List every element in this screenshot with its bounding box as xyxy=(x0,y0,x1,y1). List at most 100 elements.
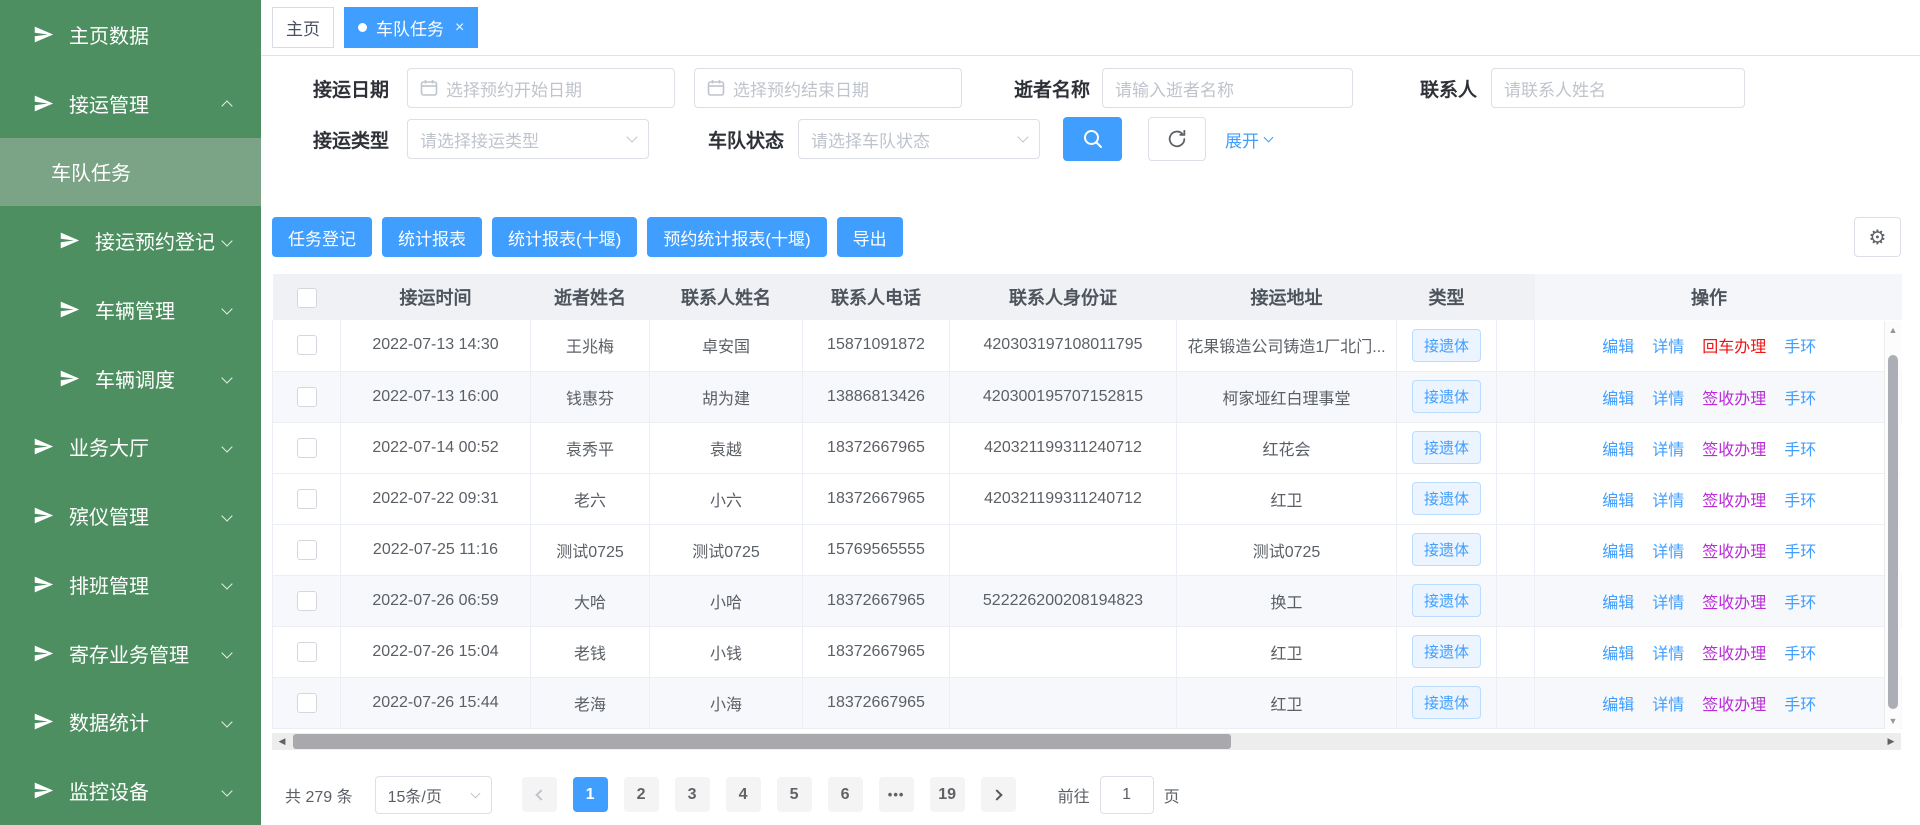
action-link-详情[interactable]: 详情 xyxy=(1652,595,1684,612)
sidebar-item-label: 数据统计 xyxy=(69,707,149,736)
close-icon[interactable]: × xyxy=(455,19,464,37)
prev-page-button[interactable] xyxy=(522,777,557,812)
sidebar-item-监控设备[interactable]: 监控设备 xyxy=(0,756,261,825)
action-link-签收办理[interactable]: 签收办理 xyxy=(1702,646,1766,663)
table-row[interactable]: 2022-07-14 00:52 袁秀平 袁越 18372667965 4203… xyxy=(273,422,1902,473)
toolbar-button-预约统计报表(十堰)[interactable]: 预约统计报表(十堰) xyxy=(647,217,826,257)
page-button-2[interactable]: 2 xyxy=(624,777,659,812)
table-row[interactable]: 2022-07-13 16:00 钱惠芬 胡为建 13886813426 420… xyxy=(273,371,1902,422)
action-link-详情[interactable]: 详情 xyxy=(1652,493,1684,510)
page-button-5[interactable]: 5 xyxy=(777,777,812,812)
action-link-编辑[interactable]: 编辑 xyxy=(1602,493,1634,510)
action-link-编辑[interactable]: 编辑 xyxy=(1602,595,1634,612)
action-link-回车办理[interactable]: 回车办理 xyxy=(1702,339,1766,356)
row-checkbox[interactable] xyxy=(297,387,317,407)
toolbar-button-统计报表[interactable]: 统计报表 xyxy=(382,217,482,257)
page-button-6[interactable]: 6 xyxy=(828,777,863,812)
page-size-select[interactable]: 15条/页 xyxy=(375,776,492,814)
sidebar-item-接运预约登记[interactable]: 接运预约登记 xyxy=(0,206,261,275)
sidebar-item-殡仪管理[interactable]: 殡仪管理 xyxy=(0,481,261,550)
sidebar-item-业务大厅[interactable]: 业务大厅 xyxy=(0,413,261,482)
contact-name-input[interactable]: 请联系人姓名 xyxy=(1491,68,1745,108)
pickup-type-select[interactable]: 请选择接运类型 xyxy=(407,119,649,159)
action-link-手环[interactable]: 手环 xyxy=(1784,697,1816,714)
table-row[interactable]: 2022-07-26 15:04 老钱 小钱 18372667965 红卫 接遗… xyxy=(273,626,1902,677)
row-checkbox[interactable] xyxy=(297,540,317,560)
sidebar-item-车队任务[interactable]: 车队任务 xyxy=(0,138,261,207)
tab-home[interactable]: 主页 xyxy=(272,7,334,48)
horizontal-scroll-thumb[interactable] xyxy=(293,734,1231,749)
action-link-手环[interactable]: 手环 xyxy=(1784,595,1816,612)
action-link-编辑[interactable]: 编辑 xyxy=(1602,339,1634,356)
action-link-详情[interactable]: 详情 xyxy=(1652,391,1684,408)
action-link-手环[interactable]: 手环 xyxy=(1784,646,1816,663)
vertical-scrollbar[interactable]: ▲ ▼ xyxy=(1884,321,1901,729)
row-checkbox[interactable] xyxy=(297,591,317,611)
table-row[interactable]: 2022-07-13 14:30 王兆梅 卓安国 15871091872 420… xyxy=(273,320,1902,371)
sidebar-item-排班管理[interactable]: 排班管理 xyxy=(0,550,261,619)
scroll-right-icon[interactable]: ▶ xyxy=(1883,733,1899,750)
action-link-编辑[interactable]: 编辑 xyxy=(1602,442,1634,459)
row-checkbox[interactable] xyxy=(297,642,317,662)
search-button[interactable] xyxy=(1063,117,1122,161)
action-link-签收办理[interactable]: 签收办理 xyxy=(1702,442,1766,459)
sidebar-item-车辆管理[interactable]: 车辆管理 xyxy=(0,275,261,344)
row-checkbox[interactable] xyxy=(297,438,317,458)
page-button-3[interactable]: 3 xyxy=(675,777,710,812)
scroll-left-icon[interactable]: ◀ xyxy=(274,733,290,750)
action-link-签收办理[interactable]: 签收办理 xyxy=(1702,391,1766,408)
action-link-手环[interactable]: 手环 xyxy=(1784,493,1816,510)
goto-page-input[interactable] xyxy=(1100,776,1154,814)
sidebar-item-数据统计[interactable]: 数据统计 xyxy=(0,688,261,757)
refresh-button[interactable] xyxy=(1148,117,1206,161)
column-settings-button[interactable]: ⚙ xyxy=(1854,217,1901,257)
action-link-手环[interactable]: 手环 xyxy=(1784,391,1816,408)
table-row[interactable]: 2022-07-22 09:31 老六 小六 18372667965 42032… xyxy=(273,473,1902,524)
table-row[interactable]: 2022-07-26 15:44 老海 小海 18372667965 红卫 接遗… xyxy=(273,677,1902,728)
action-link-签收办理[interactable]: 签收办理 xyxy=(1702,697,1766,714)
row-checkbox[interactable] xyxy=(297,335,317,355)
action-link-编辑[interactable]: 编辑 xyxy=(1602,391,1634,408)
action-link-签收办理[interactable]: 签收办理 xyxy=(1702,544,1766,561)
action-link-编辑[interactable]: 编辑 xyxy=(1602,544,1634,561)
action-link-详情[interactable]: 详情 xyxy=(1652,442,1684,459)
action-link-手环[interactable]: 手环 xyxy=(1784,544,1816,561)
select-all-checkbox[interactable] xyxy=(297,288,317,308)
horizontal-scrollbar[interactable]: ◀ ▶ xyxy=(272,733,1901,750)
sidebar-item-车辆调度[interactable]: 车辆调度 xyxy=(0,344,261,413)
scroll-up-icon[interactable]: ▲ xyxy=(1885,325,1901,335)
toolbar-button-导出[interactable]: 导出 xyxy=(837,217,903,257)
page-button-19[interactable]: 19 xyxy=(930,777,965,812)
vertical-scroll-thumb[interactable] xyxy=(1888,355,1898,709)
deceased-name-input[interactable]: 请输入逝者名称 xyxy=(1102,68,1353,108)
table-row[interactable]: 2022-07-26 06:59 大哈 小哈 18372667965 52222… xyxy=(273,575,1902,626)
action-link-详情[interactable]: 详情 xyxy=(1652,697,1684,714)
page-button-1[interactable]: 1 xyxy=(573,777,608,812)
toolbar-button-任务登记[interactable]: 任务登记 xyxy=(272,217,372,257)
action-link-签收办理[interactable]: 签收办理 xyxy=(1702,493,1766,510)
table-row[interactable]: 2022-07-25 11:16 测试0725 测试0725 157695655… xyxy=(273,524,1902,575)
action-link-详情[interactable]: 详情 xyxy=(1652,544,1684,561)
action-link-手环[interactable]: 手环 xyxy=(1784,339,1816,356)
action-link-手环[interactable]: 手环 xyxy=(1784,442,1816,459)
tab-fleet-tasks[interactable]: 车队任务 × xyxy=(344,7,478,48)
action-link-详情[interactable]: 详情 xyxy=(1652,646,1684,663)
row-checkbox[interactable] xyxy=(297,693,317,713)
row-checkbox[interactable] xyxy=(297,489,317,509)
fleet-status-select[interactable]: 请选择车队状态 xyxy=(798,119,1040,159)
action-link-签收办理[interactable]: 签收办理 xyxy=(1702,595,1766,612)
toolbar-button-统计报表(十堰)[interactable]: 统计报表(十堰) xyxy=(492,217,637,257)
page-button-4[interactable]: 4 xyxy=(726,777,761,812)
sidebar-item-主页数据[interactable]: 主页数据 xyxy=(0,0,261,69)
action-link-编辑[interactable]: 编辑 xyxy=(1602,646,1634,663)
action-link-编辑[interactable]: 编辑 xyxy=(1602,697,1634,714)
next-page-button[interactable] xyxy=(981,777,1016,812)
date-end-input[interactable]: 选择预约结束日期 xyxy=(694,68,962,108)
sidebar-item-接运管理[interactable]: 接运管理 xyxy=(0,69,261,138)
scroll-down-icon[interactable]: ▼ xyxy=(1885,716,1901,726)
page-ellipsis[interactable]: ••• xyxy=(879,777,914,812)
date-start-input[interactable]: 选择预约开始日期 xyxy=(407,68,675,108)
action-link-详情[interactable]: 详情 xyxy=(1652,339,1684,356)
expand-link[interactable]: 展开 xyxy=(1225,127,1272,152)
sidebar-item-寄存业务管理[interactable]: 寄存业务管理 xyxy=(0,619,261,688)
